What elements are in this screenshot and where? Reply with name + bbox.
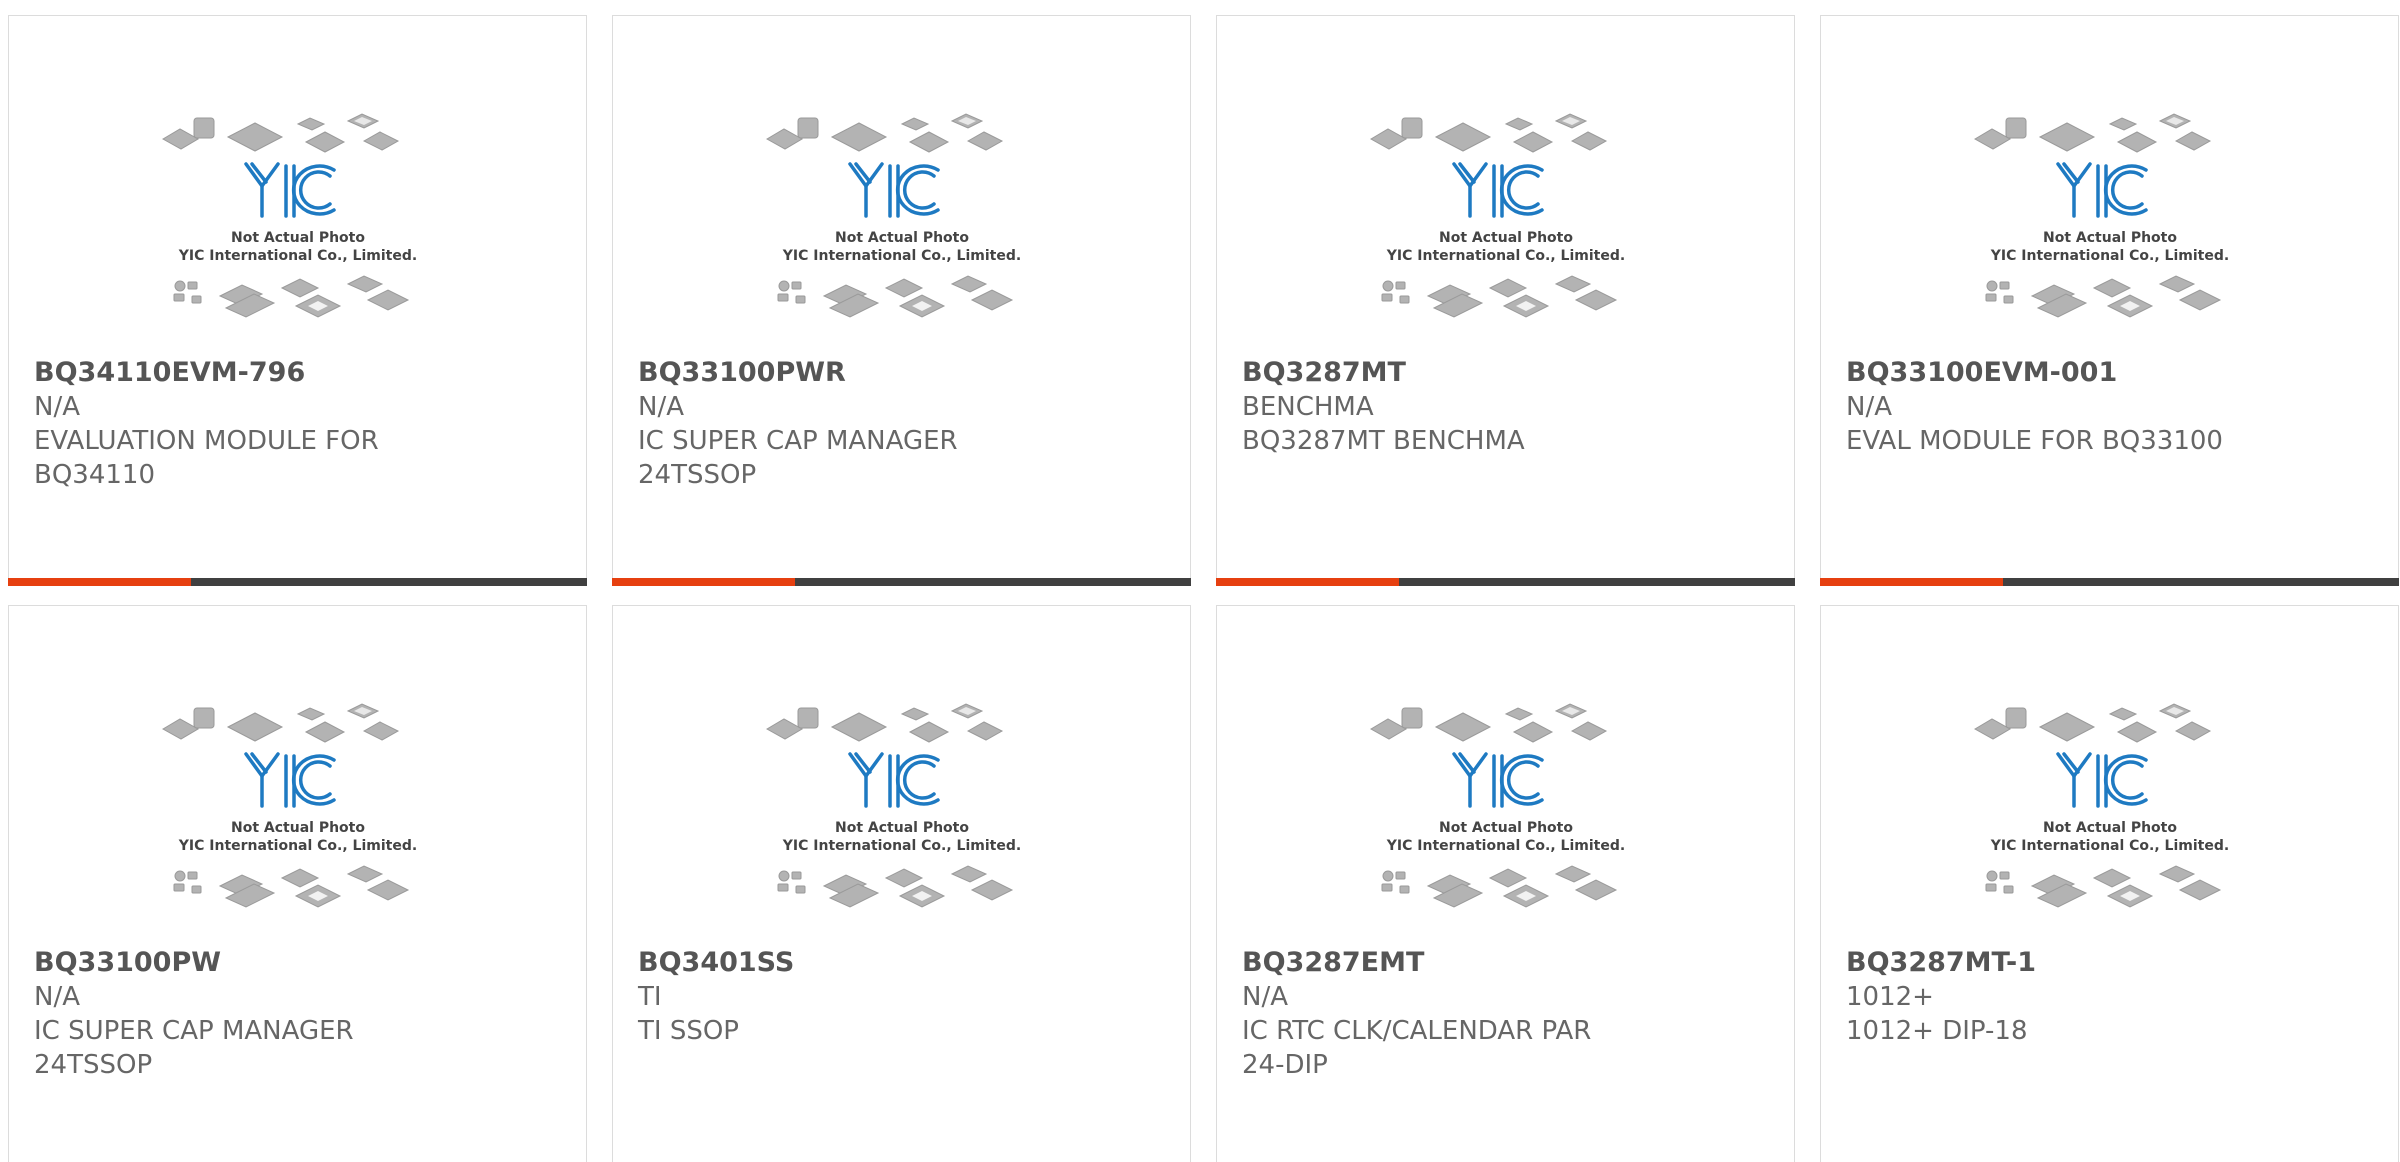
product-thumbnail[interactable]: Not Actual Photo YIC International Co., … <box>1217 16 1794 356</box>
product-thumbnail[interactable]: Not Actual Photo YIC International Co., … <box>9 16 586 356</box>
manufacturer: N/A <box>1846 392 1892 422</box>
product-thumbnail[interactable]: Not Actual Photo YIC International Co., … <box>1217 606 1794 946</box>
placeholder-image: Not Actual Photo YIC International Co., … <box>161 113 417 318</box>
placeholder-image: Not Actual Photo YIC International Co., … <box>765 113 1021 318</box>
description: 1012+ DIP-18 <box>1846 1016 2028 1046</box>
product-grid: Not Actual Photo YIC International Co., … <box>0 0 2400 1162</box>
watermark-line2: YIC International Co., Limited. <box>177 838 416 854</box>
card-accent-highlight <box>612 578 795 586</box>
description: IC SUPER CAP MANAGER 24TSSOP <box>34 1016 354 1080</box>
product-card[interactable]: Not Actual Photo YIC International Co., … <box>1216 605 1795 1162</box>
watermark-line1: Not Actual Photo <box>231 820 365 836</box>
card-accent-highlight <box>1820 578 2003 586</box>
product-card[interactable]: Not Actual Photo YIC International Co., … <box>1820 15 2399 586</box>
card-accent-bar <box>1216 578 1795 586</box>
product-card[interactable]: Not Actual Photo YIC International Co., … <box>612 15 1191 586</box>
part-number-link[interactable]: BQ3287EMT <box>1242 946 1642 980</box>
description: EVALUATION MODULE FOR BQ34110 <box>34 426 379 490</box>
product-info: BQ3287EMT N/A IC RTC CLK/CALENDAR PAR 24-D… <box>1242 946 1642 1082</box>
manufacturer: N/A <box>34 392 80 422</box>
description: TI SSOP <box>638 1016 739 1046</box>
product-info: BQ34110EVM-796 N/A EVALUATION MODULE FOR B… <box>34 356 434 492</box>
part-number-link[interactable]: BQ34110EVM-796 <box>34 356 434 390</box>
watermark-line1: Not Actual Photo <box>231 230 365 246</box>
watermark-line2: YIC International Co., Limited. <box>1385 838 1624 854</box>
manufacturer: N/A <box>638 392 684 422</box>
product-info: BQ3287MT BENCHMA BQ3287MT BENCHMA <box>1242 356 1642 458</box>
part-number-link[interactable]: BQ3401SS <box>638 946 1038 980</box>
placeholder-image: Not Actual Photo YIC International Co., … <box>1973 703 2229 908</box>
product-card[interactable]: Not Actual Photo YIC International Co., … <box>612 605 1191 1162</box>
part-number-link[interactable]: BQ33100PWR <box>638 356 1038 390</box>
watermark-line2: YIC International Co., Limited. <box>1385 248 1624 264</box>
description: EVAL MODULE FOR BQ33100 <box>1846 426 2223 456</box>
product-thumbnail[interactable]: Not Actual Photo YIC International Co., … <box>613 606 1190 946</box>
watermark-line1: Not Actual Photo <box>835 820 969 836</box>
manufacturer: 1012+ <box>1846 982 1934 1012</box>
product-info: BQ33100EVM-001 N/A EVAL MODULE FOR BQ33100 <box>1846 356 2246 458</box>
product-card[interactable]: Not Actual Photo YIC International Co., … <box>1216 15 1795 586</box>
product-card[interactable]: Not Actual Photo YIC International Co., … <box>8 15 587 586</box>
watermark-line1: Not Actual Photo <box>2043 820 2177 836</box>
manufacturer: BENCHMA <box>1242 392 1374 422</box>
part-number-link[interactable]: BQ3287MT-1 <box>1846 946 2246 980</box>
manufacturer: TI <box>638 982 662 1012</box>
card-accent-bar <box>8 578 587 586</box>
placeholder-image: Not Actual Photo YIC International Co., … <box>1369 113 1625 318</box>
card-accent-bar <box>1820 578 2399 586</box>
watermark-line2: YIC International Co., Limited. <box>177 248 416 264</box>
watermark-line1: Not Actual Photo <box>835 230 969 246</box>
product-thumbnail[interactable]: Not Actual Photo YIC International Co., … <box>1821 606 2398 946</box>
product-thumbnail[interactable]: Not Actual Photo YIC International Co., … <box>9 606 586 946</box>
product-thumbnail[interactable]: Not Actual Photo YIC International Co., … <box>613 16 1190 356</box>
product-thumbnail[interactable]: Not Actual Photo YIC International Co., … <box>1821 16 2398 356</box>
watermark-line2: YIC International Co., Limited. <box>1989 838 2228 854</box>
watermark-line2: YIC International Co., Limited. <box>1989 248 2228 264</box>
watermark-line2: YIC International Co., Limited. <box>781 838 1020 854</box>
product-info: BQ3401SS TI TI SSOP <box>638 946 1038 1048</box>
watermark-line2: YIC International Co., Limited. <box>781 248 1020 264</box>
manufacturer: N/A <box>34 982 80 1012</box>
description: IC SUPER CAP MANAGER 24TSSOP <box>638 426 958 490</box>
part-number-link[interactable]: BQ3287MT <box>1242 356 1642 390</box>
watermark-line1: Not Actual Photo <box>2043 230 2177 246</box>
product-info: BQ33100PWR N/A IC SUPER CAP MANAGER 24TSSO… <box>638 356 1038 492</box>
description: BQ3287MT BENCHMA <box>1242 426 1525 456</box>
card-accent-highlight <box>8 578 191 586</box>
placeholder-image: Not Actual Photo YIC International Co., … <box>1973 113 2229 318</box>
placeholder-image: Not Actual Photo YIC International Co., … <box>765 703 1021 908</box>
watermark-line1: Not Actual Photo <box>1439 230 1573 246</box>
watermark-line1: Not Actual Photo <box>1439 820 1573 836</box>
card-accent-bar <box>612 578 1191 586</box>
manufacturer: N/A <box>1242 982 1288 1012</box>
part-number-link[interactable]: BQ33100PW <box>34 946 434 980</box>
placeholder-image: Not Actual Photo YIC International Co., … <box>1369 703 1625 908</box>
part-number-link[interactable]: BQ33100EVM-001 <box>1846 356 2246 390</box>
placeholder-image: Not Actual Photo YIC International Co., … <box>161 703 417 908</box>
description: IC RTC CLK/CALENDAR PAR 24-DIP <box>1242 1016 1592 1080</box>
product-card[interactable]: Not Actual Photo YIC International Co., … <box>1820 605 2399 1162</box>
card-accent-highlight <box>1216 578 1399 586</box>
product-card[interactable]: Not Actual Photo YIC International Co., … <box>8 605 587 1162</box>
product-info: BQ33100PW N/A IC SUPER CAP MANAGER 24TSSOP <box>34 946 434 1082</box>
product-info: BQ3287MT-1 1012+ 1012+ DIP-18 <box>1846 946 2246 1048</box>
